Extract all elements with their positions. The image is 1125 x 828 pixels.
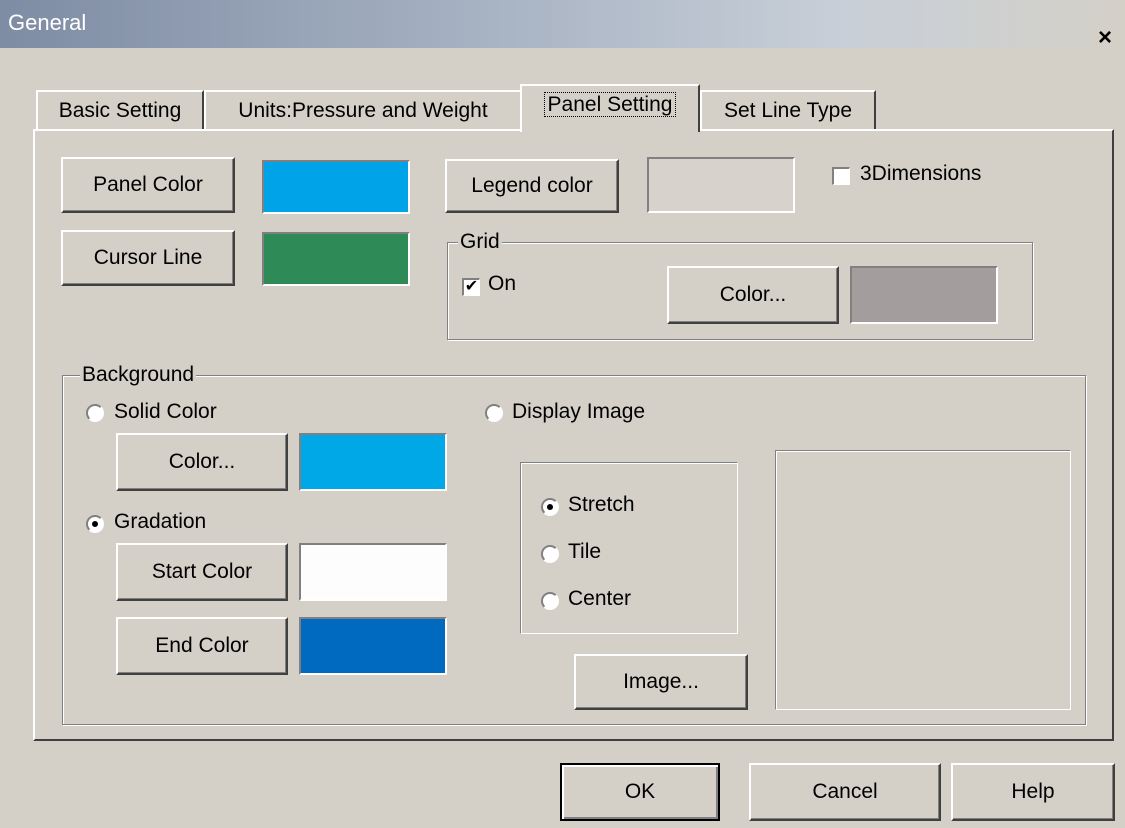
- stretch-label: Stretch: [568, 493, 635, 516]
- image-button[interactable]: Image...: [574, 654, 748, 710]
- tab-set-line-type[interactable]: Set Line Type: [700, 90, 876, 130]
- tab-units-pressure-weight[interactable]: Units:Pressure and Weight: [204, 90, 522, 130]
- legend-color-swatch: [647, 157, 795, 213]
- tile-radio[interactable]: [541, 545, 559, 563]
- tile-label: Tile: [568, 540, 602, 563]
- panel-color-button-label: Panel Color: [93, 173, 203, 196]
- solid-color-radio[interactable]: [86, 404, 104, 422]
- help-button[interactable]: Help: [951, 763, 1115, 821]
- solid-color-button-label: Color...: [168, 450, 236, 473]
- tab-label: Units:Pressure and Weight: [238, 99, 488, 122]
- solid-color-button[interactable]: Color...: [116, 433, 288, 491]
- grid-on-checkbox[interactable]: ✔: [462, 278, 480, 296]
- start-color-button-label: Start Color: [151, 560, 253, 583]
- background-group-label: Background: [80, 363, 197, 387]
- grid-color-button[interactable]: Color...: [667, 266, 839, 324]
- stretch-radio[interactable]: [541, 498, 559, 516]
- grid-color-swatch: [850, 266, 998, 324]
- tab-basic-setting[interactable]: Basic Setting: [36, 90, 204, 130]
- cursor-line-swatch: [262, 232, 410, 286]
- gradation-radio[interactable]: [86, 515, 104, 533]
- solid-color-label: Solid Color: [114, 400, 217, 423]
- tab-label: Basic Setting: [58, 99, 182, 122]
- gradation-label: Gradation: [114, 510, 207, 533]
- grid-on-label: On: [488, 272, 517, 295]
- end-color-button-label: End Color: [155, 634, 249, 657]
- tab-panel-setting[interactable]: Panel Setting: [520, 84, 700, 132]
- solid-color-swatch: [299, 433, 447, 491]
- 3dimensions-label: 3Dimensions: [860, 162, 982, 185]
- cursor-line-button-label: Cursor Line: [93, 246, 203, 269]
- cancel-button[interactable]: Cancel: [749, 763, 941, 821]
- grid-color-button-label: Color...: [719, 283, 787, 306]
- legend-color-button[interactable]: Legend color: [445, 159, 619, 213]
- end-color-button[interactable]: End Color: [116, 617, 288, 675]
- panel-color-button[interactable]: Panel Color: [61, 157, 235, 213]
- close-icon: ×: [1097, 24, 1112, 51]
- tab-label: Panel Setting: [543, 92, 677, 117]
- start-color-swatch: [299, 543, 447, 601]
- legend-color-button-label: Legend color: [471, 174, 593, 197]
- cancel-button-label: Cancel: [812, 780, 878, 803]
- ok-button-label: OK: [624, 780, 656, 803]
- display-image-radio[interactable]: [485, 404, 503, 422]
- image-preview: [775, 450, 1071, 710]
- ok-button[interactable]: OK: [560, 763, 720, 821]
- cursor-line-button[interactable]: Cursor Line: [61, 230, 235, 286]
- end-color-swatch: [299, 617, 447, 675]
- window-title: General: [8, 10, 87, 35]
- close-button[interactable]: ×: [1091, 26, 1119, 50]
- display-image-label: Display Image: [512, 400, 646, 423]
- help-button-label: Help: [1011, 780, 1055, 803]
- title-bar[interactable]: General ×: [0, 0, 1125, 50]
- image-button-label: Image...: [623, 670, 699, 693]
- center-label: Center: [568, 587, 632, 610]
- tab-label: Set Line Type: [723, 99, 853, 122]
- center-radio[interactable]: [541, 592, 559, 610]
- 3dimensions-checkbox[interactable]: [832, 167, 850, 185]
- grid-group-label: Grid: [458, 230, 502, 254]
- start-color-button[interactable]: Start Color: [116, 543, 288, 601]
- panel-color-swatch: [262, 160, 410, 214]
